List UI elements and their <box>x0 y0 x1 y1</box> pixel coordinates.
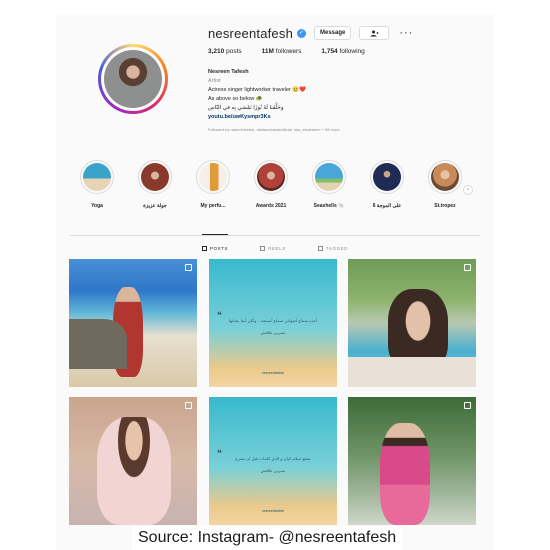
following-count[interactable]: 1,754 following <box>321 48 364 55</box>
followers-count-value: 11M <box>261 48 274 55</box>
post-pool-edge <box>348 357 476 387</box>
post-quote-author: نسرين طافش <box>260 330 286 335</box>
highlight-image <box>257 163 285 191</box>
profile-avatar[interactable] <box>98 44 168 114</box>
instagram-profile-page: nesreentafesh ✓ Message ··· 3,210 posts … <box>56 14 494 550</box>
bio-line-1: Actress singer lightworker traveler 😊❤️ <box>208 87 307 93</box>
highlight-ring <box>196 160 230 194</box>
post-thumbnail[interactable] <box>348 397 476 525</box>
source-caption: Source: Instagram- @nesreentafesh <box>132 526 403 550</box>
highlight-item[interactable]: Awards 2021 <box>248 160 294 209</box>
highlight-label: Seashells 🐚 <box>313 203 345 209</box>
highlight-image <box>373 163 401 191</box>
highlight-ring <box>428 160 462 194</box>
profile-bio: Nesreen Tafesh Artist Actress singer lig… <box>208 68 458 134</box>
highlight-ring <box>80 160 114 194</box>
highlight-label: Yoga <box>91 203 103 209</box>
tab-posts-label: POSTS <box>209 245 229 251</box>
profile-tabs: POSTS REELS TAGGED <box>70 234 480 255</box>
post-brand-tag: nesreentafesh <box>261 509 285 513</box>
followers-count-label: followers <box>275 48 302 55</box>
tab-reels-label: REELS <box>268 245 286 251</box>
highlight-image <box>199 163 227 191</box>
multiple-images-icon <box>464 402 471 409</box>
tab-reels[interactable]: REELS <box>260 235 286 255</box>
highlight-item[interactable]: Yoga <box>74 160 120 209</box>
highlights-next-arrow-icon[interactable]: › <box>463 185 473 195</box>
highlight-item[interactable]: St.tropez <box>422 160 468 209</box>
highlight-ring <box>254 160 288 194</box>
posts-count: 3,210 posts <box>208 48 242 55</box>
followed-by-text[interactable]: Followed by nahedelsebai, dallamubarakof… <box>208 125 458 134</box>
post-thumbnail[interactable] <box>69 397 197 525</box>
highlight-label: جولة عزيزة <box>143 203 167 209</box>
full-name: Nesreen Tafesh <box>208 69 249 75</box>
following-count-label: following <box>339 48 365 55</box>
following-count-value: 1,754 <box>321 48 338 55</box>
message-button[interactable]: Message <box>314 26 352 40</box>
username: nesreentafesh <box>208 25 293 41</box>
post-quote-text: أحب سماع أصواتي سماع أسمعه .. ولكن أمنا … <box>228 318 318 323</box>
post-thumbnail[interactable]: ❝ أحب سماع أصواتي سماع أسمعه .. ولكن أمن… <box>209 259 337 387</box>
post-rocks <box>69 319 127 369</box>
post-thumbnail[interactable] <box>69 259 197 387</box>
avatar-image <box>104 50 162 108</box>
profile-stats: 3,210 posts 11M followers 1,754 followin… <box>208 48 385 55</box>
multiple-images-icon <box>464 264 471 271</box>
highlight-item[interactable]: Seashells 🐚 <box>306 160 352 209</box>
multiple-images-icon <box>185 402 192 409</box>
highlight-label: My perfu... <box>200 203 226 209</box>
highlight-image <box>431 163 459 191</box>
highlight-ring <box>312 160 346 194</box>
highlight-image <box>141 163 169 191</box>
post-figure <box>97 417 171 525</box>
highlight-label: St.tropez <box>434 203 456 209</box>
bio-line-3: وخَلَّقَنا لَهُ نُورًا نَمْشي بِه في الن… <box>208 105 284 111</box>
tab-tagged[interactable]: TAGGED <box>317 235 349 255</box>
highlight-ring <box>138 160 172 194</box>
posts-count-value: 3,210 <box>208 48 225 55</box>
post-thumbnail[interactable] <box>348 259 476 387</box>
highlight-image <box>315 163 343 191</box>
category-label: Artist <box>208 78 221 84</box>
post-quote-author: نسرين طافش <box>260 468 286 473</box>
post-thumbnail[interactable]: ❝ شجع سلام كيان و الذي كلمات قبل أن تشرع… <box>209 397 337 525</box>
person-plus-icon <box>370 30 379 36</box>
highlight-image <box>83 163 111 191</box>
highlight-label: Awards 2021 <box>255 203 287 209</box>
bio-link[interactable]: youtu.be/uwKysmpr3Ks <box>208 113 458 122</box>
verified-badge-icon: ✓ <box>297 28 306 38</box>
bio-line-2: As above so below 🐢 <box>208 96 263 102</box>
highlight-item[interactable]: على الموجة 6 <box>364 160 410 209</box>
avatar-inner <box>101 47 165 111</box>
tab-tagged-label: TAGGED <box>325 245 349 251</box>
grid-icon <box>201 245 207 251</box>
followers-count[interactable]: 11M followers <box>262 48 302 55</box>
highlight-item[interactable]: جولة عزيزة <box>132 160 178 209</box>
multiple-images-icon <box>185 264 192 271</box>
follow-button[interactable] <box>359 26 390 40</box>
reels-icon <box>260 245 266 251</box>
highlight-label: على الموجة 6 <box>372 203 402 209</box>
tag-icon <box>317 245 323 251</box>
story-highlights: Yoga جولة عزيزة My perfu... Awards 2021 … <box>74 160 484 216</box>
post-figure <box>380 423 430 525</box>
highlight-ring <box>370 160 404 194</box>
post-brand-tag: nesreentafesh <box>261 371 285 375</box>
post-quote-text: شجع سلام كيان و الذي كلمات قبل أن تشرع <box>235 456 311 461</box>
more-options-icon[interactable]: ··· <box>399 27 413 39</box>
posts-count-label: posts <box>226 48 242 55</box>
highlight-item[interactable]: My perfu... <box>190 160 236 209</box>
tab-posts[interactable]: POSTS <box>201 234 229 255</box>
profile-header-row: nesreentafesh ✓ Message ··· <box>208 24 413 42</box>
